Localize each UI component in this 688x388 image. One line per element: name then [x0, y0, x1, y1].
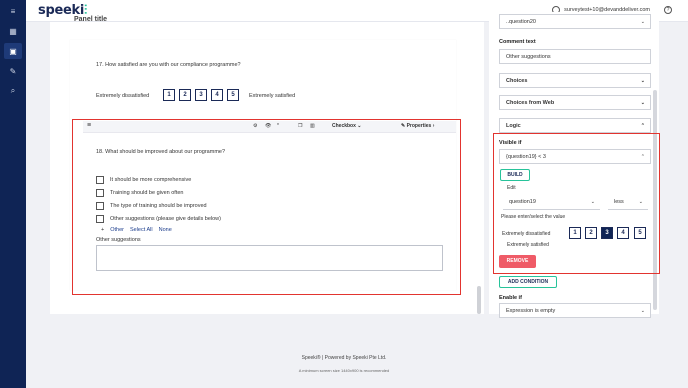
- menu-icon[interactable]: ≡: [4, 3, 22, 19]
- enable-if-label: Enable if: [499, 295, 522, 301]
- rating-option-3[interactable]: 3: [195, 89, 207, 101]
- logic-section[interactable]: Logic ⌃: [499, 118, 651, 133]
- comment-text-label: Comment text: [499, 39, 536, 45]
- choices-section[interactable]: Choices ⌄: [499, 73, 651, 88]
- chevron-down-icon: ⌄: [640, 100, 645, 106]
- rating-option-1[interactable]: 1: [163, 89, 175, 101]
- rating-option-2[interactable]: 2: [179, 89, 191, 101]
- add-condition-button[interactable]: ADD CONDITION: [499, 276, 557, 288]
- edit-icon[interactable]: ✎: [4, 63, 22, 79]
- question-name-field[interactable]: ..question20 ⌄: [499, 14, 651, 29]
- rating-max-label: Extremely satisfied: [249, 93, 296, 99]
- footer-note: A minimum screen size 1440x900 is recomm…: [298, 368, 390, 373]
- highlight-logic-panel: [493, 133, 660, 274]
- chevron-down-icon: ⌄: [640, 308, 645, 314]
- dashboard-icon[interactable]: ▦: [4, 23, 22, 39]
- chevron-down-icon: ⌄: [640, 78, 645, 84]
- survey-icon[interactable]: ▣: [4, 43, 22, 59]
- rating-option-4[interactable]: 4: [211, 89, 223, 101]
- comment-text-input[interactable]: Other suggestions: [499, 49, 651, 64]
- help-icon[interactable]: ?: [664, 6, 672, 14]
- rating-min-label: Extremely dissatisfied: [96, 93, 150, 99]
- choices-from-web-section[interactable]: Choices from Web ⌄: [499, 95, 651, 110]
- question-17-title: 17. How satisfied are you with our compl…: [96, 62, 241, 68]
- footer-credit: Speeki® | Powered by Speeki Pte Ltd.: [301, 355, 387, 361]
- canvas-scrollbar[interactable]: [477, 286, 481, 314]
- sidebar: ≡ ▦ ▣ ✎ ⌕: [0, 0, 26, 388]
- chevron-up-icon: ⌃: [640, 123, 645, 129]
- rating-option-5[interactable]: 5: [227, 89, 239, 101]
- search-icon[interactable]: ⌕: [4, 83, 22, 99]
- highlight-question-18: [72, 119, 461, 295]
- chevron-down-icon: ⌄: [640, 19, 645, 25]
- enable-if-expression[interactable]: Expression is empty ⌄: [499, 303, 651, 318]
- panel-title: Panel title: [74, 16, 108, 23]
